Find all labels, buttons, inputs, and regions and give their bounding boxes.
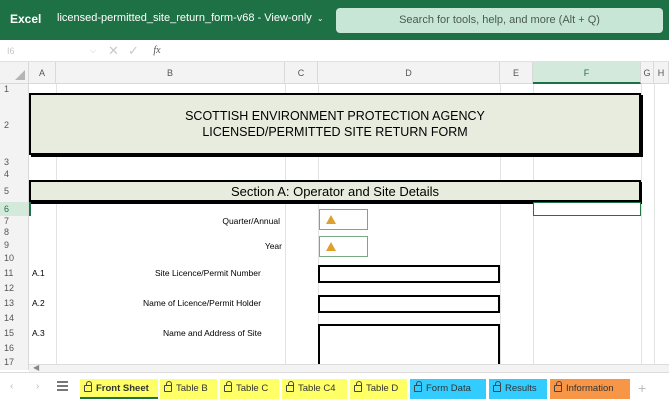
sheet-tab-label: Results <box>505 383 537 394</box>
formula-bar: I6 ⌵ ✕ ✓ fx <box>0 40 669 62</box>
app-name[interactable]: Excel <box>10 12 41 26</box>
lock-icon <box>286 381 294 392</box>
sheet-tab-information[interactable]: Information <box>550 379 630 399</box>
row-header[interactable]: 1 <box>0 84 29 94</box>
scroll-left-icon[interactable]: ◀ <box>33 363 39 372</box>
row-header[interactable]: 3 <box>0 156 29 168</box>
row-header[interactable]: 2 <box>0 94 29 156</box>
chevron-down-icon[interactable]: ⌵ <box>90 43 96 59</box>
field-label-permit-number: Site Licence/Permit Number <box>155 268 261 278</box>
cell-edge-marker <box>29 202 31 216</box>
row-header[interactable]: 4 <box>0 168 29 180</box>
gridline <box>641 84 642 370</box>
sheet-tab-bar: ‹ › Front Sheet Table B Table C Table C4… <box>0 372 669 401</box>
year-field[interactable] <box>319 236 368 257</box>
sheet-tab-label: Table C4 <box>298 383 336 394</box>
sheet-tab-label: Table B <box>176 383 208 394</box>
row-header[interactable]: 7 <box>0 216 29 226</box>
sheet-tab-label: Table D <box>366 383 399 394</box>
lock-icon <box>224 381 232 392</box>
site-permit-number-input[interactable] <box>318 265 500 283</box>
lock-icon <box>493 381 501 392</box>
check-icon[interactable]: ✓ <box>128 43 139 59</box>
column-header[interactable]: C <box>285 62 318 84</box>
title-bar: Excel licensed-permitted_site_return_for… <box>0 0 669 40</box>
sheet-tab-form-data[interactable]: Form Data <box>410 379 486 399</box>
name-box[interactable]: I6 ⌵ <box>4 43 100 59</box>
permit-holder-name-input[interactable] <box>318 295 500 313</box>
row-header[interactable]: 15 <box>0 324 29 342</box>
document-title[interactable]: licensed-permitted_site_return_form-v68 … <box>57 12 324 24</box>
sheet-tab-label: Front Sheet <box>96 383 149 394</box>
sheet-tab-table-d[interactable]: Table D <box>350 379 407 399</box>
warning-icon <box>326 215 336 224</box>
row-header[interactable]: 8 <box>0 226 29 238</box>
lock-icon <box>164 381 172 392</box>
field-label-site-address: Name and Address of Site <box>163 328 262 338</box>
cancel-icon[interactable]: ✕ <box>108 43 119 59</box>
column-header[interactable]: E <box>500 62 533 84</box>
document-name[interactable]: licensed-permitted_site_return_form-v68 <box>57 12 254 24</box>
row-header[interactable]: 11 <box>0 264 29 282</box>
lock-icon <box>554 381 562 392</box>
chevron-down-icon[interactable]: ⌄ <box>317 14 324 23</box>
sheet-tab-label: Information <box>566 383 614 394</box>
column-header-selected[interactable]: F <box>533 62 641 84</box>
search-input[interactable]: Search for tools, help, and more (Alt + … <box>336 8 663 33</box>
form-title-box[interactable]: SCOTTISH ENVIRONMENT PROTECTION AGENCY L… <box>29 93 641 155</box>
row-header[interactable]: 17 <box>0 354 29 370</box>
lock-icon <box>354 381 362 392</box>
column-header[interactable]: B <box>56 62 285 84</box>
row-header[interactable]: 14 <box>0 312 29 324</box>
view-mode-label[interactable]: View-only <box>264 12 312 24</box>
sheet-tab-label: Form Data <box>426 383 471 394</box>
sheet-tab-table-c4[interactable]: Table C4 <box>282 379 347 399</box>
field-code: A.1 <box>32 268 45 278</box>
select-all-button[interactable] <box>0 62 29 84</box>
quarter-annual-field[interactable] <box>319 209 368 230</box>
sheet-tab-results[interactable]: Results <box>489 379 547 399</box>
row-header[interactable]: 13 <box>0 294 29 312</box>
section-heading[interactable]: Section A: Operator and Site Details <box>29 180 641 202</box>
lock-icon <box>84 381 92 392</box>
field-label-year: Year <box>264 241 282 251</box>
name-box-value: I6 <box>7 46 15 56</box>
sheet-tab-table-b[interactable]: Table B <box>160 379 217 399</box>
field-label-permit-holder: Name of Licence/Permit Holder <box>143 298 262 308</box>
column-header[interactable]: G <box>641 62 654 84</box>
column-header[interactable]: A <box>29 62 56 84</box>
gridline <box>654 84 655 370</box>
row-header[interactable]: 9 <box>0 238 29 252</box>
form-title-form-name: LICENSED/PERMITTED SITE RETURN FORM <box>202 125 468 139</box>
field-code: A.3 <box>32 328 45 338</box>
row-header[interactable]: 5 <box>0 180 29 202</box>
column-header[interactable]: H <box>654 62 669 84</box>
lock-icon <box>414 381 422 392</box>
row-header[interactable]: 10 <box>0 252 29 264</box>
field-code: A.2 <box>32 298 45 308</box>
horizontal-scrollbar[interactable]: ◀ <box>29 363 669 372</box>
sheet-tab-front-sheet[interactable]: Front Sheet <box>80 379 158 399</box>
selected-cell[interactable] <box>533 202 641 216</box>
sheet-tab-table-c[interactable]: Table C <box>220 379 279 399</box>
previous-sheet-icon[interactable]: ‹ <box>10 381 13 392</box>
row-header[interactable]: 12 <box>0 282 29 294</box>
form-title-agency: SCOTTISH ENVIRONMENT PROTECTION AGENCY <box>185 109 485 123</box>
add-sheet-icon[interactable]: + <box>638 380 646 396</box>
row-header-selected[interactable]: 6 <box>0 202 29 216</box>
sheet-tab-label: Table C <box>236 383 269 394</box>
next-sheet-icon[interactable]: › <box>36 381 39 392</box>
warning-icon <box>326 242 336 251</box>
spreadsheet-grid[interactable]: A B C D E F G H 1 2 3 4 5 6 7 8 9 10 11 … <box>0 62 669 370</box>
field-label-quarter-annual: Quarter/Annual <box>222 216 280 226</box>
row-header[interactable]: 16 <box>0 342 29 354</box>
column-header[interactable]: D <box>318 62 500 84</box>
formula-input[interactable] <box>170 43 665 59</box>
sheet-list-icon[interactable] <box>57 381 68 391</box>
function-icon[interactable]: fx <box>150 44 164 58</box>
